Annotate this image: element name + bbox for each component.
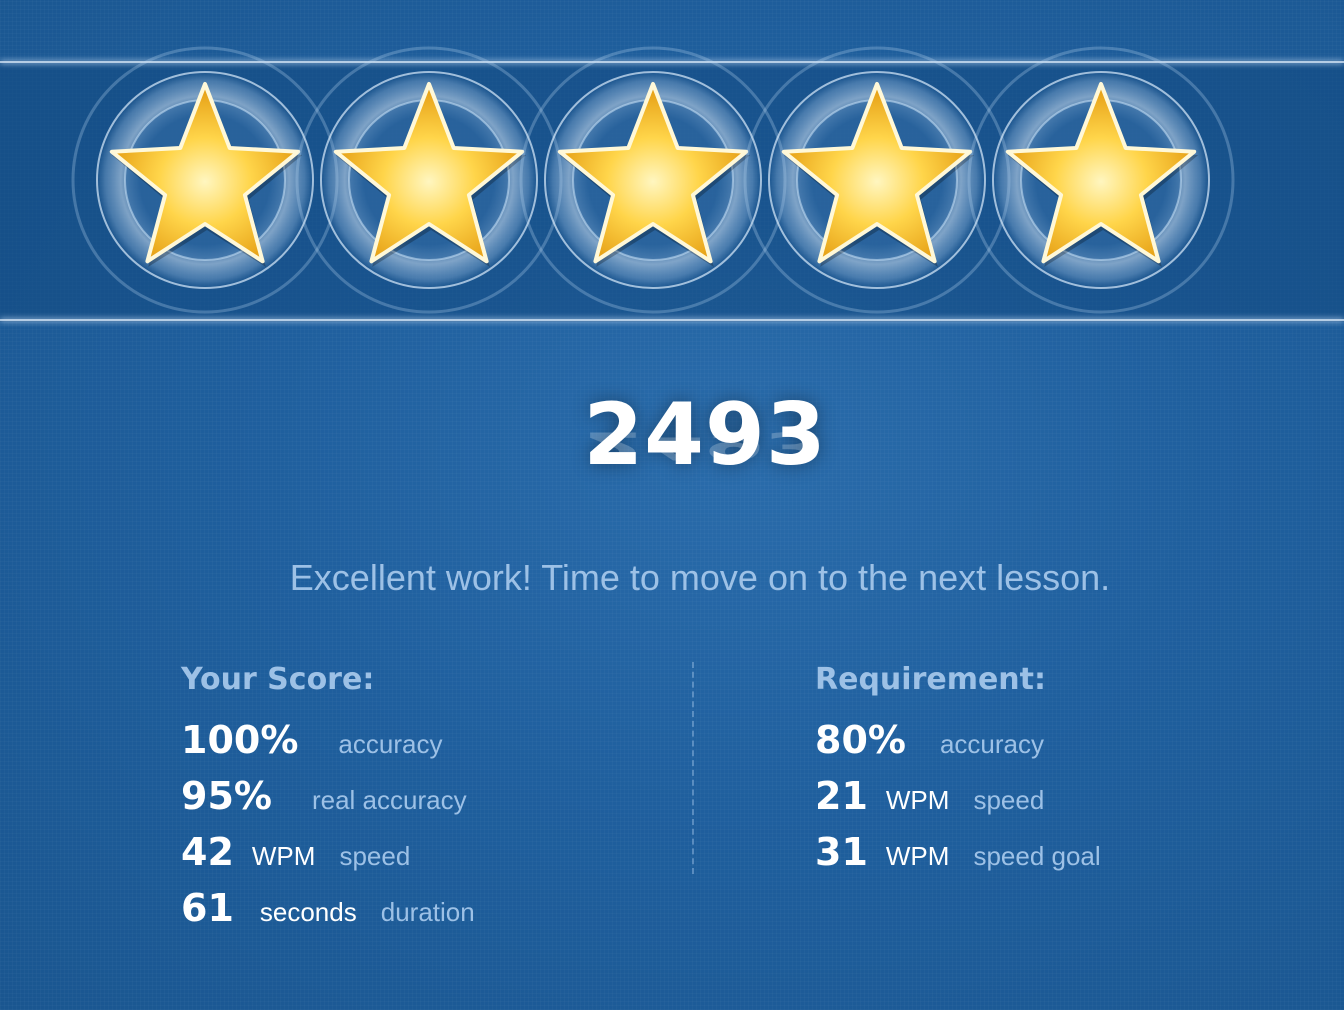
stat-unit: seconds	[259, 897, 357, 927]
your-score-heading: Your Score:	[181, 662, 375, 697]
your-score-row-speed: 42 WPM speed	[181, 830, 410, 880]
stat-label: real accuracy	[311, 785, 467, 815]
stat-label: accuracy	[939, 729, 1045, 759]
stat-value: 95%	[181, 774, 272, 818]
total-score: 2493	[583, 385, 827, 485]
your-score-row-accuracy: 100% accuracy	[181, 718, 442, 768]
stat-label: duration	[380, 897, 475, 927]
requirement-heading: Requirement:	[815, 662, 1047, 697]
stat-label: speed	[973, 785, 1045, 815]
requirement-row-speed: 21 WPM speed	[815, 774, 1044, 824]
stat-value: 100%	[181, 718, 299, 762]
star-rating-graphic	[0, 46, 1344, 322]
stat-value: 31	[815, 830, 868, 874]
star-icon	[967, 46, 1235, 314]
result-message: Excellent work! Time to move on to the n…	[289, 557, 1111, 598]
stat-unit: WPM	[885, 785, 950, 815]
stat-value: 42	[181, 830, 234, 874]
stat-value: 61	[181, 886, 234, 930]
stat-label: speed goal	[973, 841, 1101, 871]
your-score-row-real-accuracy: 95% real accuracy	[181, 774, 467, 824]
stat-label: speed	[339, 841, 411, 871]
requirement-row-speed-goal: 31 WPM speed goal	[815, 830, 1101, 880]
column-divider	[692, 662, 694, 874]
your-score-row-duration: 61 seconds duration	[181, 886, 475, 936]
requirement-row-accuracy: 80% accuracy	[815, 718, 1044, 768]
stat-value: 21	[815, 774, 868, 818]
stat-unit: WPM	[885, 841, 950, 871]
stat-unit: WPM	[251, 841, 316, 871]
star-rating-band	[0, 0, 1344, 340]
stat-value: 80%	[815, 718, 906, 762]
stat-label: accuracy	[338, 729, 443, 759]
